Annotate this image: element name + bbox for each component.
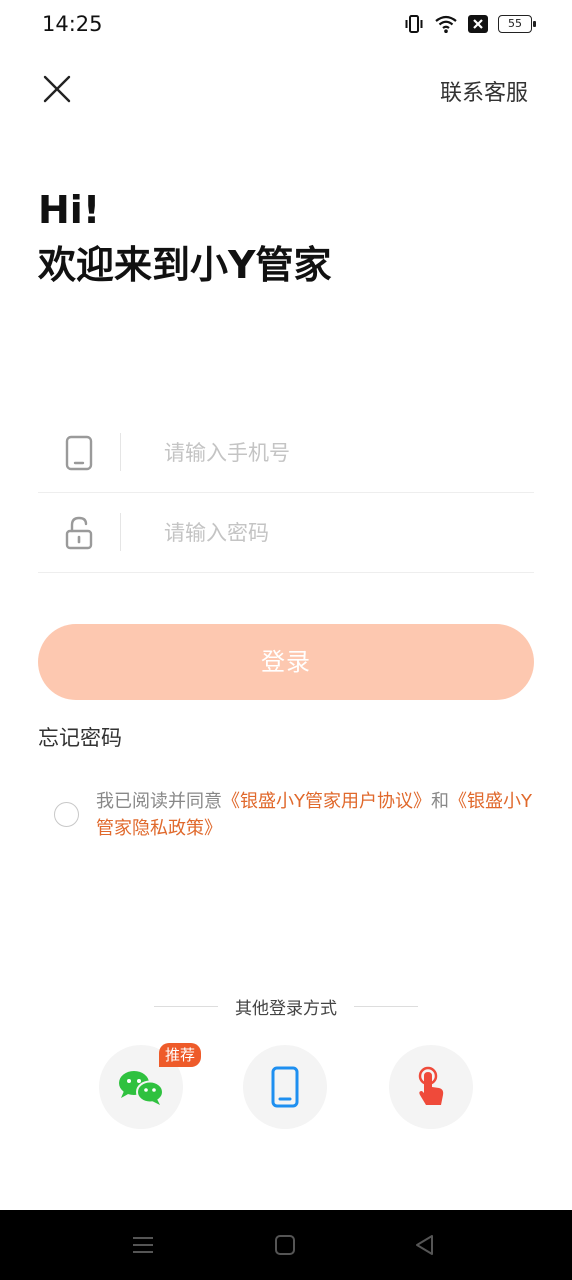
touch-login-button[interactable] [389,1045,473,1129]
wechat-login-button[interactable]: 推荐 [99,1043,202,1129]
forgot-password-link[interactable]: 忘记密码 [38,722,122,752]
customer-service-link[interactable]: 联系客服 [440,75,528,107]
password-input[interactable] [164,513,524,553]
system-nav-bar [0,1210,572,1280]
vibrate-icon [405,15,423,33]
menu-icon[interactable] [130,1232,156,1258]
greeting: Hi! 欢迎来到小Y管家 [38,184,332,294]
phone-login-button[interactable] [243,1045,327,1129]
greeting-hi: Hi! [38,188,101,232]
agreement-text: 我已阅读并同意《银盛小Y管家用户协议》和《银盛小Y管家隐私政策》 [96,788,536,842]
home-icon[interactable] [272,1232,298,1258]
phone-input[interactable] [164,433,524,473]
phone-icon [65,435,93,471]
password-field [38,493,534,573]
divider-line [354,1006,418,1007]
agreement-prefix: 我已阅读并同意 [96,791,222,812]
greeting-welcome: 欢迎来到小Y管家 [38,243,332,287]
other-login-header: 其他登录方式 [154,994,418,1020]
close-icon [43,75,71,103]
field-divider [120,433,121,471]
close-button[interactable] [40,72,74,106]
back-icon[interactable] [412,1232,438,1258]
login-button[interactable]: 登录 [38,624,534,700]
unlock-icon [65,516,93,550]
touch-icon [418,1066,444,1105]
field-divider [120,513,121,551]
status-bar: 14:25 55 [0,0,572,50]
status-time: 14:25 [42,12,103,36]
agreement-checkbox[interactable] [54,802,79,827]
user-agreement-link[interactable]: 《银盛小Y管家用户协议》 [222,791,431,812]
phone-field [38,413,534,493]
recommend-badge: 推荐 [159,1043,202,1067]
agreement-joiner: 和 [431,791,449,812]
no-sim-icon [468,15,488,33]
mobile-icon [271,1066,299,1108]
wifi-icon [435,15,457,33]
status-icons: 55 [404,14,536,34]
battery-icon: 55 [498,15,536,33]
